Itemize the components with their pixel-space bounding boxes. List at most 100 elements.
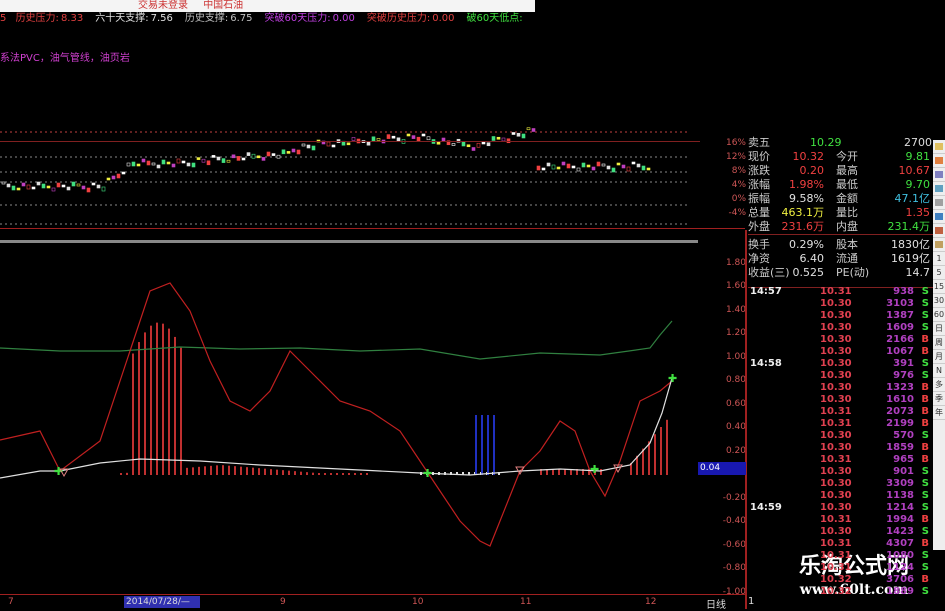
axis-tick-label: 8% [731,166,746,176]
period-button[interactable]: 年 [933,406,945,420]
tick-row[interactable]: 10.32 3706 B [748,574,932,586]
tick-row[interactable]: 10.30 3103 S [748,298,932,310]
indicator-info-line: 5 历史压力: 8.33 六十天支撑: 7.56 历史支撑: 6.75 突破60天压力: 0.… [0,12,537,26]
period-button[interactable]: 5 [933,266,945,280]
histogram-bar [306,472,308,475]
tick-row[interactable]: 10.31 965 B [748,454,932,466]
candle [86,187,91,193]
tick-volume: 1080 [886,550,914,561]
period-button[interactable]: 日 [933,322,945,336]
histogram-bar [366,473,368,475]
tick-row[interactable]: 10.30 3309 S [748,478,932,490]
tick-side: B [921,454,929,465]
info-value: 0.00 [432,13,455,24]
period-button[interactable]: 季 [933,392,945,406]
candle [221,158,226,163]
tick-row[interactable]: 10.30 1387 S [748,310,932,322]
period-button[interactable]: 多 [933,378,945,392]
tick-row[interactable]: 10.31 1124 S [748,562,932,574]
tick-volume: 2199 [886,418,914,429]
tool-icon[interactable] [933,140,945,154]
quote-value: 1830亿 [891,238,930,251]
axis-tick-label: 16% [725,138,746,148]
tick-row[interactable]: 10.30 2166 B [748,334,932,346]
x-tick-label: 7 [8,597,14,607]
tick-side: S [921,550,929,561]
period-button[interactable]: N [933,364,945,378]
candle [206,160,211,166]
tick-row[interactable]: 10.32 1889 S [748,586,932,598]
indicator-chart[interactable]: ✚ ✚ ✚✚ [0,243,698,593]
histogram-bar [324,473,326,475]
tick-price: 10.30 [820,334,852,345]
period-button[interactable]: 周 [933,336,945,350]
candle [486,142,491,147]
candle [131,161,136,167]
tick-row[interactable]: 10.31 2199 B [748,418,932,430]
quote-value: 10.67 [898,164,931,177]
tool-icon[interactable] [933,238,945,252]
tick-volume: 4307 [886,538,914,549]
price-chart[interactable] [0,120,700,245]
tick-price: 10.30 [820,502,852,513]
quote-label: 总量 [748,206,770,219]
tick-row[interactable]: 10.30 1610 B [748,394,932,406]
quote-row: 振幅 9.58% 金额 47.1亿 [748,192,932,206]
tick-row[interactable]: 10.30 1423 S [748,526,932,538]
tick-price: 10.31 [820,418,852,429]
candle [576,167,581,172]
quote-row: 收益(三) 0.525 PE(动) 14.7 [748,266,932,280]
tick-row[interactable]: 14:58 10.30 391 S [748,358,932,370]
tool-icon[interactable] [933,168,945,182]
period-button[interactable]: 1 [933,252,945,266]
tick-price: 10.30 [820,466,852,477]
histogram-bar [144,332,146,475]
period-button[interactable]: 30 [933,294,945,308]
candle [496,136,501,140]
period-button[interactable]: 60 [933,308,945,322]
tick-volume: 965 [893,454,914,465]
tick-row[interactable]: 10.31 2073 B [748,406,932,418]
candle [451,143,456,146]
period-button[interactable]: 15 [933,280,945,294]
tick-row[interactable]: 10.30 1067 B [748,346,932,358]
tick-price: 10.30 [820,370,852,381]
login-status[interactable]: 交易未登录 [138,0,188,11]
tool-icon[interactable] [933,224,945,238]
candle [71,181,76,187]
tick-price: 10.32 [820,586,852,597]
tick-row[interactable]: 14:57 10.31 938 S [748,286,932,298]
quote-value: 47.1亿 [894,192,931,205]
quote-value: 9.70 [905,178,931,191]
tick-row[interactable]: 10.31 1080 S [748,550,932,562]
tool-icon[interactable] [933,196,945,210]
tick-side: B [921,394,929,405]
tick-row[interactable]: 14:59 10.30 1214 S [748,502,932,514]
tool-icon[interactable] [933,210,945,224]
quote-label: 金额 [836,192,858,205]
tool-icon[interactable] [933,154,945,168]
info-value: 7.56 [150,13,173,24]
tick-row[interactable]: 10.30 1323 B [748,382,932,394]
tick-row[interactable]: 10.30 570 S [748,430,932,442]
tick-row[interactable]: 10.30 976 S [748,370,932,382]
tick-row[interactable]: 10.30 1859 B [748,442,932,454]
candle [136,163,141,167]
candle [331,144,336,148]
tick-row[interactable]: 10.30 1609 S [748,322,932,334]
tick-row[interactable]: 10.30 901 S [748,466,932,478]
histogram-bar [126,472,128,475]
tick-time: 14:57 [750,286,782,297]
tick-side: S [921,466,929,477]
tool-icon[interactable] [933,182,945,196]
candle [246,152,251,156]
quote-label: PE(动) [836,266,870,279]
tick-row[interactable]: 10.30 1138 S [748,490,932,502]
period-button[interactable]: 月 [933,350,945,364]
tick-row[interactable]: 10.31 1994 B [748,514,932,526]
tick-row[interactable]: 10.31 4307 B [748,538,932,550]
tick-volume: 901 [893,466,914,477]
axis-tick-label: -4% [728,208,746,218]
info-item: 六十天支撑: 7.56 [95,13,179,24]
x-tick-label: 9 [280,597,286,607]
